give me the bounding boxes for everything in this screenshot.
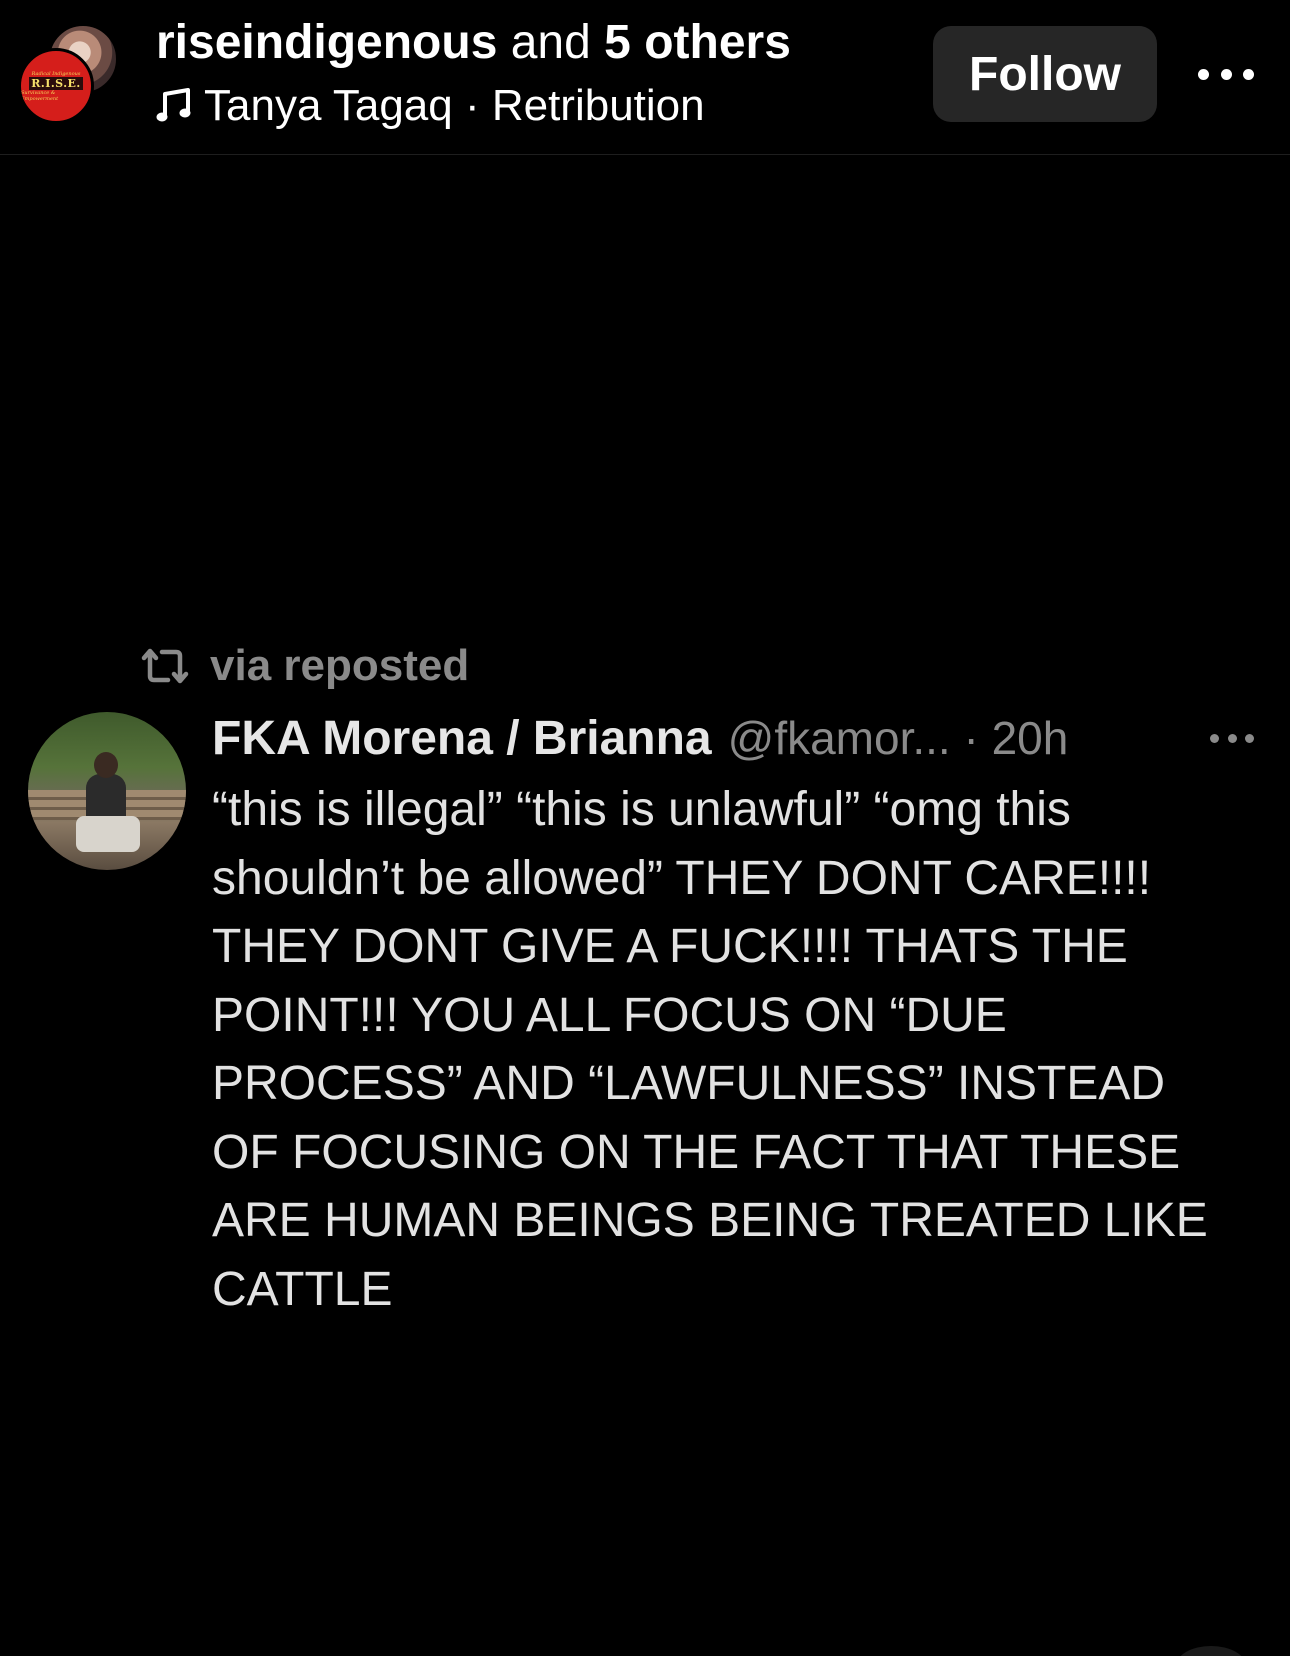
corner-circle [1176, 1646, 1246, 1656]
reel-screen: Radical Indigenous R.I.S.E. Survivance &… [0, 0, 1290, 1656]
riseindigenous-avatar: Radical Indigenous R.I.S.E. Survivance &… [18, 48, 94, 124]
tweet-more-icon [1210, 728, 1254, 748]
tweet-handle-time: @fkamor... · 20h [727, 712, 1069, 764]
repost-label: via reposted [210, 641, 470, 690]
more-dot [1243, 68, 1254, 80]
tweet-body-text: “this is illegal” “this is unlawful” “om… [212, 783, 1208, 1316]
and-text: and [497, 16, 605, 69]
audio-track-label: Tanya Tagaq · Retribution [204, 81, 705, 130]
music-note-icon [156, 88, 191, 122]
others-link[interactable]: 5 others [604, 16, 791, 69]
follow-button[interactable]: Follow [933, 26, 1157, 122]
tweet-more-dot [1227, 733, 1237, 743]
tweet-header: FKA Morena / Brianna @fkamor... · 20h [212, 706, 1272, 770]
tweet-display-name: FKA Morena / Brianna [212, 711, 712, 765]
repost-icon [141, 648, 189, 684]
tweet-more-dot [1210, 733, 1219, 743]
collab-avatars[interactable]: Radical Indigenous R.I.S.E. Survivance &… [18, 24, 122, 128]
avatar-person-legs [76, 816, 140, 852]
more-dot [1220, 68, 1232, 80]
avatar-person-head [94, 752, 118, 778]
tweet-author-avatar [28, 712, 186, 870]
logo-small-text-bottom: Survivance & Empowerment [21, 89, 59, 102]
more-options-icon[interactable] [1198, 56, 1254, 92]
collab-title[interactable]: riseindigenous and 5 others [156, 14, 791, 72]
post-header: Radical Indigenous R.I.S.E. Survivance &… [0, 0, 1290, 155]
tweet-more-dot [1245, 733, 1254, 743]
audio-attribution[interactable]: Tanya Tagaq · Retribution [156, 78, 705, 134]
repost-indicator: via reposted [138, 638, 469, 694]
rise-logo-text: R.I.S.E. [29, 76, 83, 90]
username-link[interactable]: riseindigenous [156, 16, 497, 69]
more-dot [1198, 68, 1209, 80]
